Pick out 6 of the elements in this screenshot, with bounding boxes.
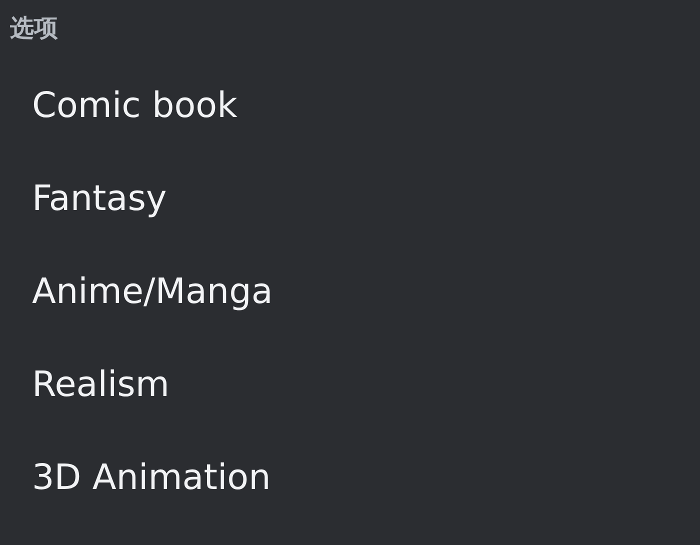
- option-item[interactable]: Comic book: [32, 84, 238, 128]
- option-item[interactable]: Realism: [32, 363, 170, 407]
- option-item[interactable]: 3D Animation: [32, 456, 271, 500]
- option-item[interactable]: Anime/Manga: [32, 270, 273, 314]
- option-item[interactable]: Fantasy: [32, 177, 167, 221]
- section-title: 选项: [10, 13, 58, 44]
